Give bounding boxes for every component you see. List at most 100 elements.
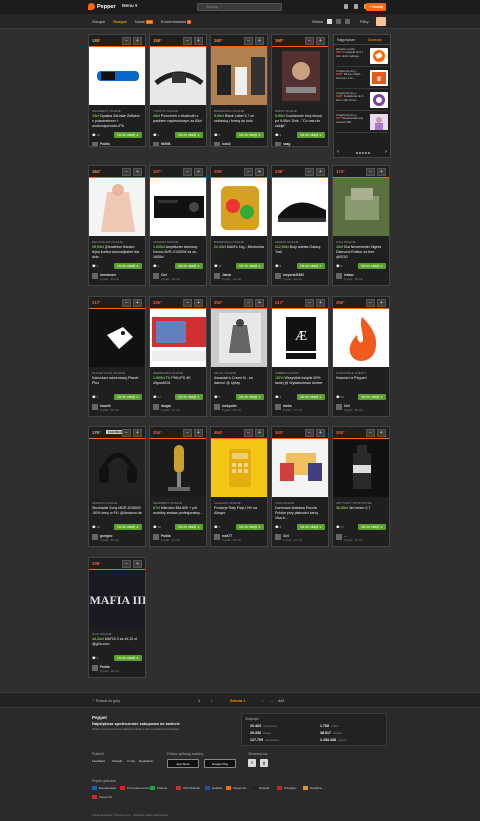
rss-icon[interactable]: )) [260, 759, 268, 767]
footer-brand[interactable]: Pepper [92, 715, 107, 720]
dot[interactable] [356, 152, 358, 154]
deal-card[interactable]: 107° − + Amazon okazje 1.605zł Amplituner si… [149, 165, 207, 286]
vote-down-button[interactable]: − [183, 37, 192, 45]
facebook-icon[interactable]: f [248, 759, 256, 767]
comments-count[interactable]: 💬 4 [275, 395, 281, 399]
vote-down-button[interactable]: − [366, 168, 375, 176]
country-link[interactable]: Pelando [150, 786, 167, 790]
deal-image[interactable] [89, 439, 145, 497]
deal-shop[interactable]: Biedronka okazje [153, 371, 203, 375]
vote-up-button[interactable]: + [255, 168, 264, 176]
country-link[interactable]: DesiDime [303, 786, 322, 790]
comments-count[interactable]: 💬 6 [214, 525, 220, 529]
deal-shop[interactable]: Gearbest okazje [92, 109, 142, 113]
avatar[interactable] [336, 273, 342, 279]
deal-image[interactable] [333, 439, 389, 497]
deal-shop[interactable]: Pozostałe oferty [336, 371, 386, 375]
avatar[interactable] [275, 404, 281, 410]
vote-up-button[interactable]: + [194, 168, 203, 176]
go-to-deal-button[interactable]: Idź do okazji ➜ [114, 263, 142, 269]
deal-card[interactable]: 226° − + Biedronka okazje 1.999zł TV PHILIPS… [149, 296, 207, 417]
vote-down-button[interactable]: − [183, 299, 192, 307]
go-to-deal-button[interactable]: Idź do okazji ➜ [236, 394, 264, 400]
back-to-top-link[interactable]: ⌃ Powrót do góry [92, 699, 120, 703]
deal-title[interactable]: 44,32zł MAFIA 3 za 44,32 zł @g2a.com [92, 637, 142, 652]
deal-image[interactable] [211, 47, 267, 105]
avatar[interactable] [214, 534, 220, 540]
vote-down-button[interactable]: − [244, 168, 253, 176]
vote-down-button[interactable]: − [366, 299, 375, 307]
deal-shop[interactable]: Visa okazje [275, 501, 325, 505]
dot[interactable] [359, 152, 361, 154]
go-to-deal-button[interactable]: Idź do okazji ➜ [297, 524, 325, 530]
avatar[interactable] [275, 273, 281, 279]
footer-link-terms[interactable]: Regulamin [139, 759, 153, 763]
country-link[interactable]: Pepper.NL [226, 786, 246, 790]
deal-card[interactable]: 162° − + Biedronka okazje 9,99zł Black Label… [210, 34, 268, 147]
menu-button[interactable]: Menu ▾ [122, 3, 137, 9]
deal-shop[interactable]: Tomtop okazje [153, 109, 203, 113]
go-to-deal-button[interactable]: Idź do okazji ➜ [297, 263, 325, 269]
deal-image[interactable] [272, 439, 328, 497]
avatar[interactable] [336, 404, 342, 410]
bell-icon[interactable] [354, 4, 358, 9]
comments-count[interactable]: 💬 16 [153, 525, 161, 529]
vote-down-button[interactable]: − [305, 168, 314, 176]
avatar[interactable] [275, 534, 281, 540]
sidebar-item[interactable]: Urządzenia do g... 1996° Dodatkowe do 3 k… [336, 89, 388, 111]
go-to-deal-button[interactable]: Idź do okazji ➜ [297, 394, 325, 400]
search-input[interactable]: Szukaj... [197, 3, 282, 11]
deal-card[interactable]: 454° − + Allegro okazje Prowizje Raty PayU … [210, 426, 268, 547]
go-to-deal-button[interactable]: Idź do okazji ➜ [175, 263, 203, 269]
comments-count[interactable]: 💬 15 [92, 133, 100, 137]
comments-count[interactable]: 💬 8 [275, 525, 281, 529]
deal-image[interactable] [150, 309, 206, 367]
deal-shop[interactable]: Adidas okazje [275, 240, 325, 244]
go-to-deal-button[interactable]: Idź do okazji ➜ [236, 263, 264, 269]
deal-title[interactable]: Kalendarz adwentowy Planet Plus [92, 376, 142, 391]
vote-down-button[interactable]: − [366, 429, 375, 437]
deal-title[interactable]: 1.605zł Amplituner sieciowy Denon AVR-X1… [153, 245, 203, 260]
vote-down-button[interactable]: − [122, 37, 131, 45]
country-link[interactable]: Bosnaerdeals [92, 786, 116, 790]
go-to-deal-button[interactable]: Idź do okazji ➜ [114, 394, 142, 400]
deal-image[interactable] [89, 47, 145, 105]
deal-shop[interactable]: Decathlon okazje [92, 240, 142, 244]
vote-up-button[interactable]: + [255, 429, 264, 437]
deal-image[interactable] [211, 309, 267, 367]
vote-up-button[interactable]: + [133, 37, 142, 45]
deal-title[interactable]: 67zł Mikrofon BM-800 + pół mobilny zesta… [153, 506, 203, 521]
country-link[interactable]: HUKUKDeals [176, 786, 200, 790]
deal-title[interactable]: 9,99zł Black Label 3,7 ze szklanką i for… [214, 114, 264, 129]
filters-button[interactable] [376, 17, 386, 26]
deal-card[interactable]: 343° − + Visa okazje Darmowa dostawa Poczta… [271, 426, 329, 547]
country-link[interactable]: Promodescuentos [120, 786, 150, 790]
deal-card[interactable]: 176° ZAKOŃCZONE − + Amazon okazje Słuchawki … [88, 426, 146, 547]
comments-count[interactable]: 💬 5 [275, 264, 281, 268]
go-to-deal-button[interactable]: Idź do okazji ➜ [297, 132, 325, 138]
deal-image[interactable] [272, 47, 328, 105]
deal-title[interactable]: 38,99zł Jim beam 0,7 [336, 506, 386, 521]
go-to-deal-button[interactable]: Idź do okazji ➜ [236, 132, 264, 138]
deal-title[interactable]: -50% Wszystkie książki 50% taniej @ Wyda… [275, 376, 325, 391]
avatar[interactable] [336, 534, 342, 540]
deal-image[interactable]: MAFIA III [89, 570, 145, 628]
deal-shop[interactable]: Empik okazje [275, 109, 325, 113]
tab-hot-active[interactable]: Gorące [113, 19, 127, 24]
appstore-button[interactable]: App Store [167, 759, 199, 768]
go-to-deal-button[interactable]: Idź do okazji ➜ [358, 394, 386, 400]
deal-card[interactable]: 217° − + Planet plus okazje Kalendarz adwen… [88, 296, 146, 417]
deal-card[interactable]: 174° − + GOG okazje 10zł Gra Neverwinter Nig… [332, 165, 390, 286]
deal-card[interactable]: 204° − + Artykuły spożywcze 38,99zł Jim beam… [332, 426, 390, 547]
chevron-left-icon[interactable]: ‹ [337, 149, 339, 155]
vote-up-button[interactable]: + [133, 429, 142, 437]
deal-shop[interactable]: Artykuły spożywcze [336, 501, 386, 505]
footer-link-feedback[interactable]: Feedback [92, 759, 105, 763]
deal-card[interactable]: 238° − + Adidas okazje 112,99zł Buty adidas … [271, 165, 329, 286]
tab-commented[interactable]: Komentowane 4 [161, 19, 191, 24]
vote-down-button[interactable]: − [305, 429, 314, 437]
vote-up-button[interactable]: + [194, 429, 203, 437]
comments-count[interactable]: 💬 8 [214, 395, 220, 399]
googleplay-button[interactable]: Google Play [204, 759, 236, 768]
comments-count[interactable]: 💬 4 [92, 656, 98, 660]
